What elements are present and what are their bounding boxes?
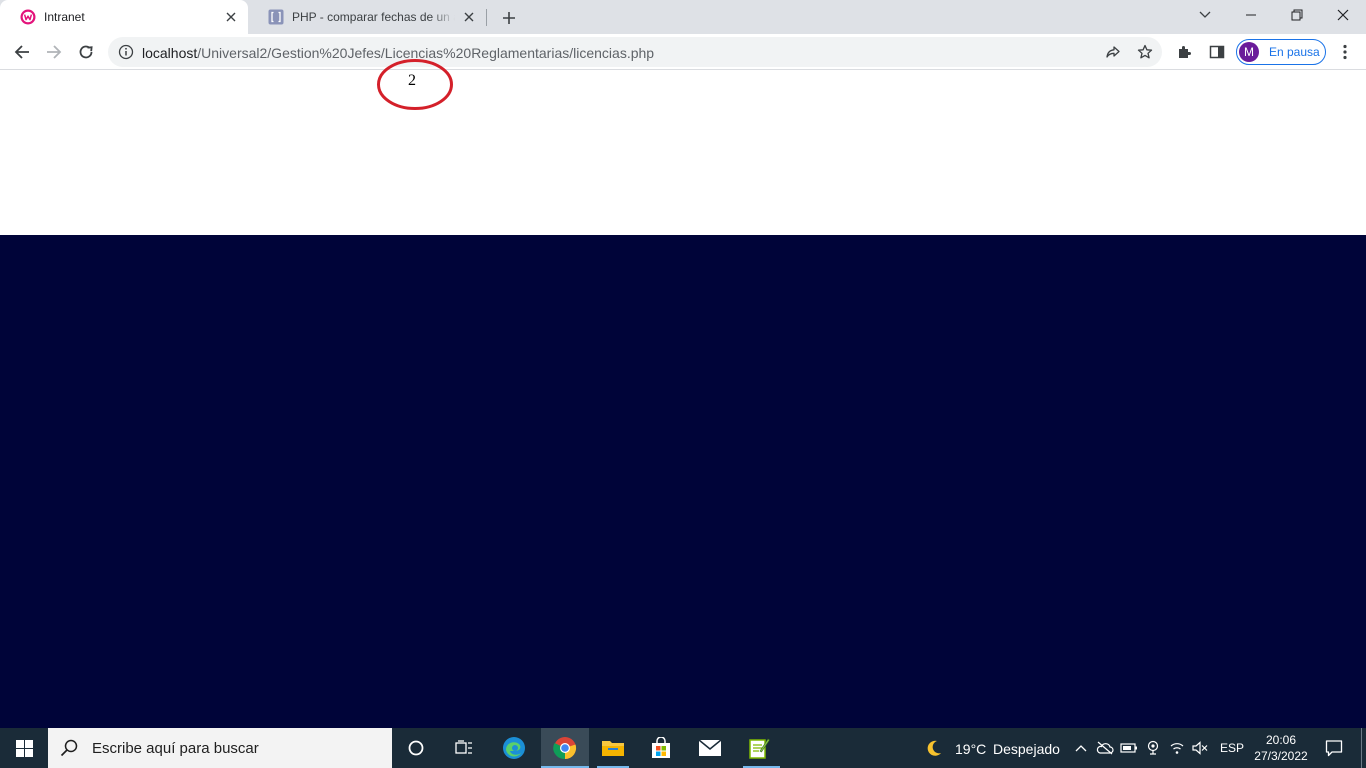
store-button[interactable] <box>637 728 685 768</box>
task-view-button[interactable] <box>440 728 488 768</box>
webcam-button[interactable] <box>1142 728 1164 768</box>
onedrive-button[interactable] <box>1094 728 1116 768</box>
page-top-area <box>0 71 1366 235</box>
profile-button[interactable]: M En pausa <box>1236 39 1326 65</box>
bookmark-star-icon[interactable] <box>1137 44 1153 60</box>
puzzle-icon <box>1179 46 1191 58</box>
notepad-plus-button[interactable] <box>735 728 783 768</box>
mail-button[interactable] <box>686 728 734 768</box>
start-button[interactable] <box>0 728 48 768</box>
folder-icon <box>602 741 624 756</box>
chrome-icon <box>553 737 577 760</box>
camera-icon <box>1147 740 1159 755</box>
windows-logo-icon <box>15 739 33 757</box>
minimize-icon <box>1246 14 1256 16</box>
notepad-plus-icon <box>749 738 770 759</box>
reload-button[interactable] <box>72 38 100 66</box>
kebab-menu-icon <box>1343 44 1347 60</box>
restore-icon <box>1291 9 1303 21</box>
edge-app-button[interactable] <box>490 728 538 768</box>
clock[interactable]: 20:06 27/3/2022 <box>1248 732 1314 764</box>
wamp-favicon-icon <box>20 9 36 25</box>
forward-button[interactable] <box>40 38 68 66</box>
tab-title: Intranet <box>44 10 85 24</box>
minimize-button[interactable] <box>1228 0 1274 30</box>
close-tab-icon[interactable] <box>461 9 477 25</box>
plus-icon <box>503 12 515 24</box>
edge-icon <box>503 737 525 759</box>
back-button[interactable] <box>8 38 36 66</box>
language-indicator[interactable]: ESP <box>1220 741 1244 755</box>
weather-temperature[interactable]: 19°C <box>955 741 986 757</box>
weather-condition[interactable]: Despejado <box>993 741 1060 757</box>
side-panel-icon <box>1209 45 1225 59</box>
tab-strip: Intranet PHP - comparar fechas de un arr… <box>0 0 1366 34</box>
chevron-down-icon <box>1199 11 1211 18</box>
volume-muted-icon <box>1192 741 1208 755</box>
page-navy-band <box>0 235 1366 728</box>
chevron-up-icon <box>1075 745 1087 752</box>
new-tab-button[interactable] <box>499 8 519 28</box>
clock-date: 27/3/2022 <box>1254 749 1308 763</box>
action-center-icon <box>1325 740 1343 757</box>
show-desktop-button[interactable] <box>1361 728 1362 768</box>
search-icon <box>60 739 78 757</box>
arrow-left-icon <box>14 45 29 59</box>
restore-button[interactable] <box>1274 0 1320 30</box>
code-brackets-favicon-icon <box>268 9 284 25</box>
close-window-button[interactable] <box>1320 0 1366 30</box>
annotation-ring <box>377 59 453 110</box>
store-bag-icon <box>652 737 670 758</box>
browser-toolbar: localhost/Universal2/Gestion%20Jefes/Lic… <box>0 34 1366 70</box>
tab-intranet[interactable]: Intranet <box>0 0 248 34</box>
avatar: M <box>1239 42 1259 62</box>
task-view-icon <box>455 740 472 754</box>
address-bar[interactable]: localhost/Universal2/Gestion%20Jefes/Lic… <box>108 37 1162 67</box>
taskbar-search-box[interactable]: Escribe aquí para buscar <box>48 728 392 768</box>
clock-time: 20:06 <box>1265 733 1297 747</box>
cloud-offline-icon <box>1096 741 1114 755</box>
page-viewport: 2 <box>0 59 1366 728</box>
show-hidden-icons-button[interactable] <box>1070 728 1092 768</box>
file-explorer-button[interactable] <box>589 728 637 768</box>
reload-icon <box>79 45 93 59</box>
profile-status: En pausa <box>1269 45 1320 59</box>
volume-button[interactable] <box>1189 728 1211 768</box>
menu-button[interactable] <box>1331 38 1359 66</box>
windows-taskbar: Escribe aquí para buscar 19°C Despejado … <box>0 728 1366 768</box>
tab-search-button[interactable] <box>1182 0 1228 30</box>
cortana-circle-icon <box>408 740 424 756</box>
notifications-button[interactable] <box>1320 728 1348 768</box>
url-host: localhost <box>142 45 198 61</box>
site-info-icon[interactable] <box>118 44 134 60</box>
tab-separator <box>486 9 487 26</box>
close-icon <box>1337 9 1349 21</box>
arrow-right-icon <box>47 45 62 59</box>
wifi-button[interactable] <box>1166 728 1188 768</box>
wifi-icon <box>1170 743 1184 754</box>
moon-weather-icon <box>927 740 941 756</box>
tab-php-comparar-fechas[interactable]: PHP - comparar fechas de un array <box>248 0 486 34</box>
close-tab-icon[interactable] <box>223 9 239 25</box>
mail-envelope-icon <box>698 739 722 756</box>
tab-title: PHP - comparar fechas de un array <box>292 10 455 24</box>
chrome-app-button[interactable] <box>541 728 589 768</box>
cortana-button[interactable] <box>392 728 440 768</box>
battery-icon <box>1120 743 1137 753</box>
extensions-button[interactable] <box>1171 38 1199 66</box>
share-icon[interactable] <box>1105 44 1121 60</box>
battery-button[interactable] <box>1118 728 1140 768</box>
side-panel-button[interactable] <box>1203 38 1231 66</box>
search-placeholder: Escribe aquí para buscar <box>92 739 259 757</box>
